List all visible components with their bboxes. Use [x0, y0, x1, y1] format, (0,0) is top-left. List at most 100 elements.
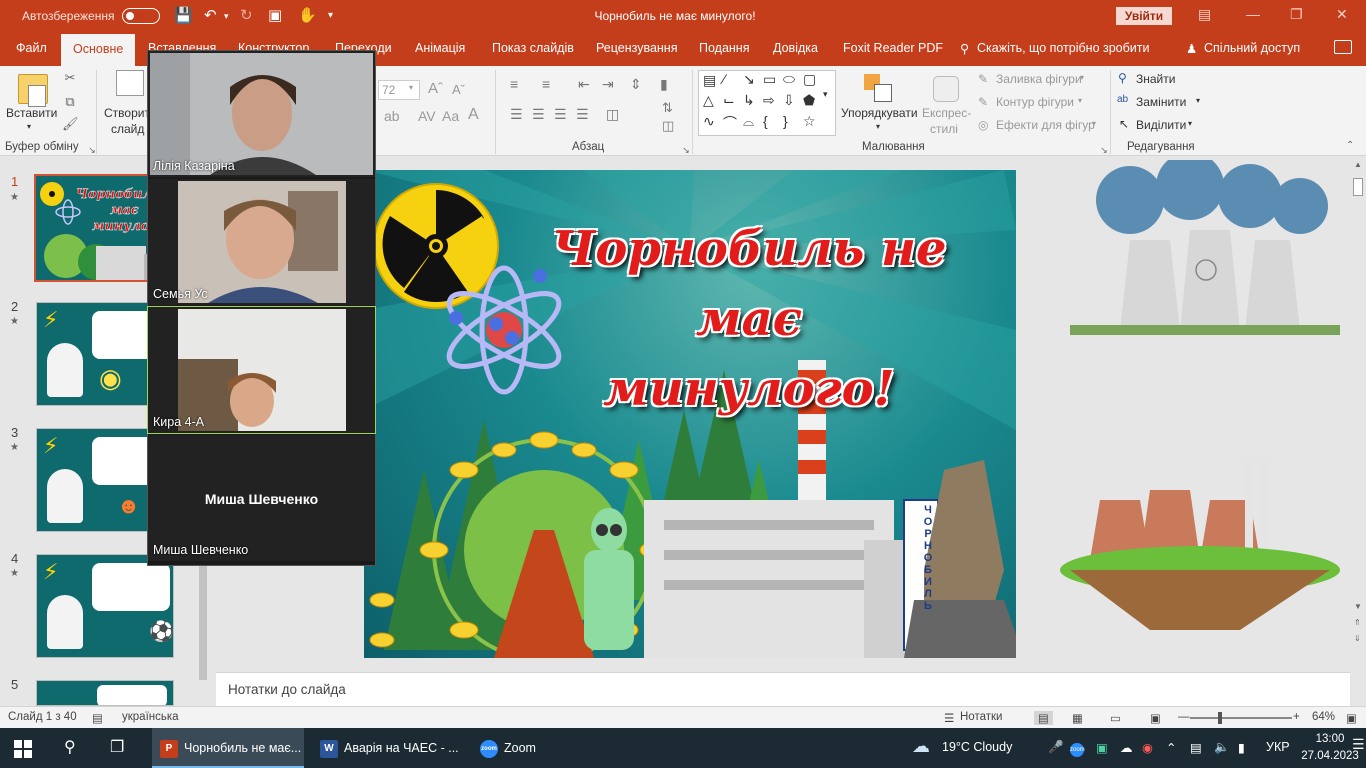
shapes-gallery[interactable]: ▤ ∕ ↘ ▭ ⬭ ▢ △ ⌙ ↳ ⇨ ⇩ ⬟ ∿ ⌒ ⌓ { } ☆ ▾: [698, 70, 836, 136]
slide-title[interactable]: Чорнобиль не має минулого!: [514, 214, 984, 424]
align-right-icon[interactable]: ☰: [554, 106, 567, 123]
save-icon[interactable]: 💾: [174, 6, 193, 24]
decrease-font-icon[interactable]: Aˇ: [452, 82, 465, 97]
shape-pentagon-icon[interactable]: ⬟: [803, 92, 815, 109]
arrange-icon[interactable]: [864, 74, 894, 104]
shapes-more-icon[interactable]: ▾: [823, 89, 828, 100]
slide-scrollbar[interactable]: ▲ ▼ ⇑ ⇓: [1350, 156, 1366, 706]
input-language[interactable]: УКР: [1266, 740, 1290, 754]
restore-icon[interactable]: ❐: [1290, 6, 1303, 23]
shape-right-arrow-icon[interactable]: ⇨: [763, 92, 775, 109]
zoom-tray-icon[interactable]: zoom: [1070, 743, 1085, 757]
find-button[interactable]: Знайти: [1136, 72, 1175, 86]
slide-sorter-icon[interactable]: ▦: [1072, 711, 1083, 725]
increase-indent-icon[interactable]: ⇥: [602, 76, 614, 93]
shape-fill-dropdown-icon[interactable]: ▾: [1080, 73, 1084, 82]
scroll-down-icon[interactable]: ▼: [1354, 602, 1362, 611]
shape-down-arrow-icon[interactable]: ⇩: [783, 92, 795, 109]
font-size-box[interactable]: 72: [378, 80, 420, 100]
onedrive-icon[interactable]: ☁: [1120, 740, 1133, 755]
increase-font-icon[interactable]: Aˆ: [428, 80, 443, 97]
undo-icon[interactable]: ↶: [204, 6, 217, 24]
arrange-dropdown-icon[interactable]: ▾: [876, 122, 880, 131]
notifications-icon[interactable]: ☰: [1352, 736, 1365, 753]
shape-fill-button[interactable]: Заливка фігури: [996, 72, 1082, 86]
format-painter-icon[interactable]: 🖌: [62, 116, 79, 132]
spellcheck-icon[interactable]: ▤: [92, 711, 103, 725]
paste-icon[interactable]: [18, 74, 48, 107]
taskbar-app-word[interactable]: W Аварія на ЧАЕС - ...: [314, 728, 466, 768]
slide-thumb-4[interactable]: ⚡ ⚽: [36, 554, 174, 658]
slide-scroll-thumb[interactable]: [1353, 178, 1363, 196]
tab-animations[interactable]: Анімація: [415, 41, 465, 55]
taskbar-app-powerpoint[interactable]: P Чорнобиль не має...: [152, 728, 304, 768]
ribbon-display-icon[interactable]: ▤: [1198, 6, 1211, 23]
strikethrough-icon[interactable]: ab: [384, 108, 400, 124]
participant-tile[interactable]: Семья Ус: [148, 179, 375, 305]
arrange-button[interactable]: Упорядкувати: [841, 106, 918, 120]
autosave-toggle[interactable]: [122, 8, 160, 24]
shape-curve-icon[interactable]: ⌓: [743, 113, 754, 130]
shape-effects-button[interactable]: Ефекти для фігур: [996, 118, 1095, 132]
shape-triangle-icon[interactable]: △: [703, 92, 714, 109]
windows-start-icon[interactable]: [14, 740, 32, 758]
search-icon[interactable]: ⚲: [64, 737, 76, 757]
change-case-icon[interactable]: Aa: [442, 108, 459, 124]
shape-arc-icon[interactable]: ⌒: [723, 113, 737, 133]
close-icon[interactable]: ✕: [1336, 6, 1348, 23]
task-view-icon[interactable]: ❐: [110, 737, 124, 757]
notes-toggle-button[interactable]: Нотатки: [960, 711, 1002, 723]
columns-icon[interactable]: ▮: [660, 76, 668, 93]
char-spacing-icon[interactable]: AV: [418, 108, 436, 124]
shape-effects-dropdown-icon[interactable]: ▾: [1092, 119, 1096, 128]
customize-qat-icon[interactable]: ▾: [328, 10, 333, 21]
slide-thumb-5[interactable]: [36, 680, 174, 706]
zoom-in-icon[interactable]: +: [1293, 711, 1300, 723]
next-slide-icon[interactable]: ⇓: [1354, 634, 1361, 643]
taskbar-app-zoom[interactable]: zoom Zoom: [474, 728, 570, 768]
shape-freeform-icon[interactable]: ∿: [703, 113, 715, 130]
shape-right-brace-icon[interactable]: }: [783, 113, 788, 129]
tab-file[interactable]: Файл: [16, 41, 47, 55]
paste-dropdown-icon[interactable]: ▾: [27, 122, 31, 131]
zoom-level[interactable]: 64%: [1312, 711, 1335, 723]
zoom-out-icon[interactable]: —: [1178, 711, 1190, 723]
shape-rectangle-icon[interactable]: ▭: [763, 71, 776, 88]
select-button[interactable]: Виділити: [1136, 118, 1186, 132]
font-size-dropdown-icon[interactable]: ▾: [409, 83, 413, 92]
bullets-icon[interactable]: ≡: [510, 76, 518, 92]
columns-layout-icon[interactable]: ◫: [606, 106, 619, 123]
shape-left-brace-icon[interactable]: {: [763, 113, 768, 129]
redo-icon[interactable]: ↻: [240, 6, 253, 24]
tab-home[interactable]: Основне: [61, 34, 136, 66]
tab-review[interactable]: Рецензування: [596, 41, 677, 55]
language-indicator[interactable]: українська: [122, 711, 179, 723]
font-color-icon[interactable]: A: [468, 106, 479, 124]
tab-help[interactable]: Довідка: [773, 41, 818, 55]
shape-line-icon[interactable]: ∕: [723, 71, 725, 87]
numbering-icon[interactable]: ≡: [542, 76, 550, 92]
shape-rounded-rect-icon[interactable]: ▢: [803, 71, 816, 88]
minimize-icon[interactable]: —: [1246, 6, 1260, 22]
speaker-icon[interactable]: 🔈: [1214, 740, 1230, 755]
zoom-slider-thumb[interactable]: [1218, 712, 1222, 724]
select-dropdown-icon[interactable]: ▾: [1188, 119, 1192, 128]
copy-icon[interactable]: ⧉: [62, 94, 78, 110]
quick-styles-icon[interactable]: [933, 76, 959, 102]
normal-view-icon[interactable]: ▤: [1034, 711, 1053, 725]
new-slide-icon[interactable]: [116, 70, 144, 96]
shape-oval-icon[interactable]: ⬭: [783, 71, 795, 88]
align-center-icon[interactable]: ☰: [532, 106, 545, 123]
scroll-up-icon[interactable]: ▲: [1354, 160, 1362, 169]
zoom-slider[interactable]: [1190, 717, 1292, 719]
line-spacing-icon[interactable]: ⇕: [630, 76, 642, 93]
present-from-start-icon[interactable]: ▣: [268, 6, 282, 24]
decrease-indent-icon[interactable]: ⇤: [578, 76, 590, 93]
shape-outline-button[interactable]: Контур фігури: [996, 95, 1074, 109]
system-clock[interactable]: 13:00 27.04.2023: [1300, 731, 1360, 765]
reading-view-icon[interactable]: ▭: [1110, 711, 1121, 725]
text-direction-icon[interactable]: ⇅: [662, 100, 673, 116]
comments-icon[interactable]: [1334, 40, 1352, 54]
network-icon[interactable]: ▤: [1190, 740, 1202, 755]
tab-slideshow[interactable]: Показ слайдів: [492, 41, 574, 55]
